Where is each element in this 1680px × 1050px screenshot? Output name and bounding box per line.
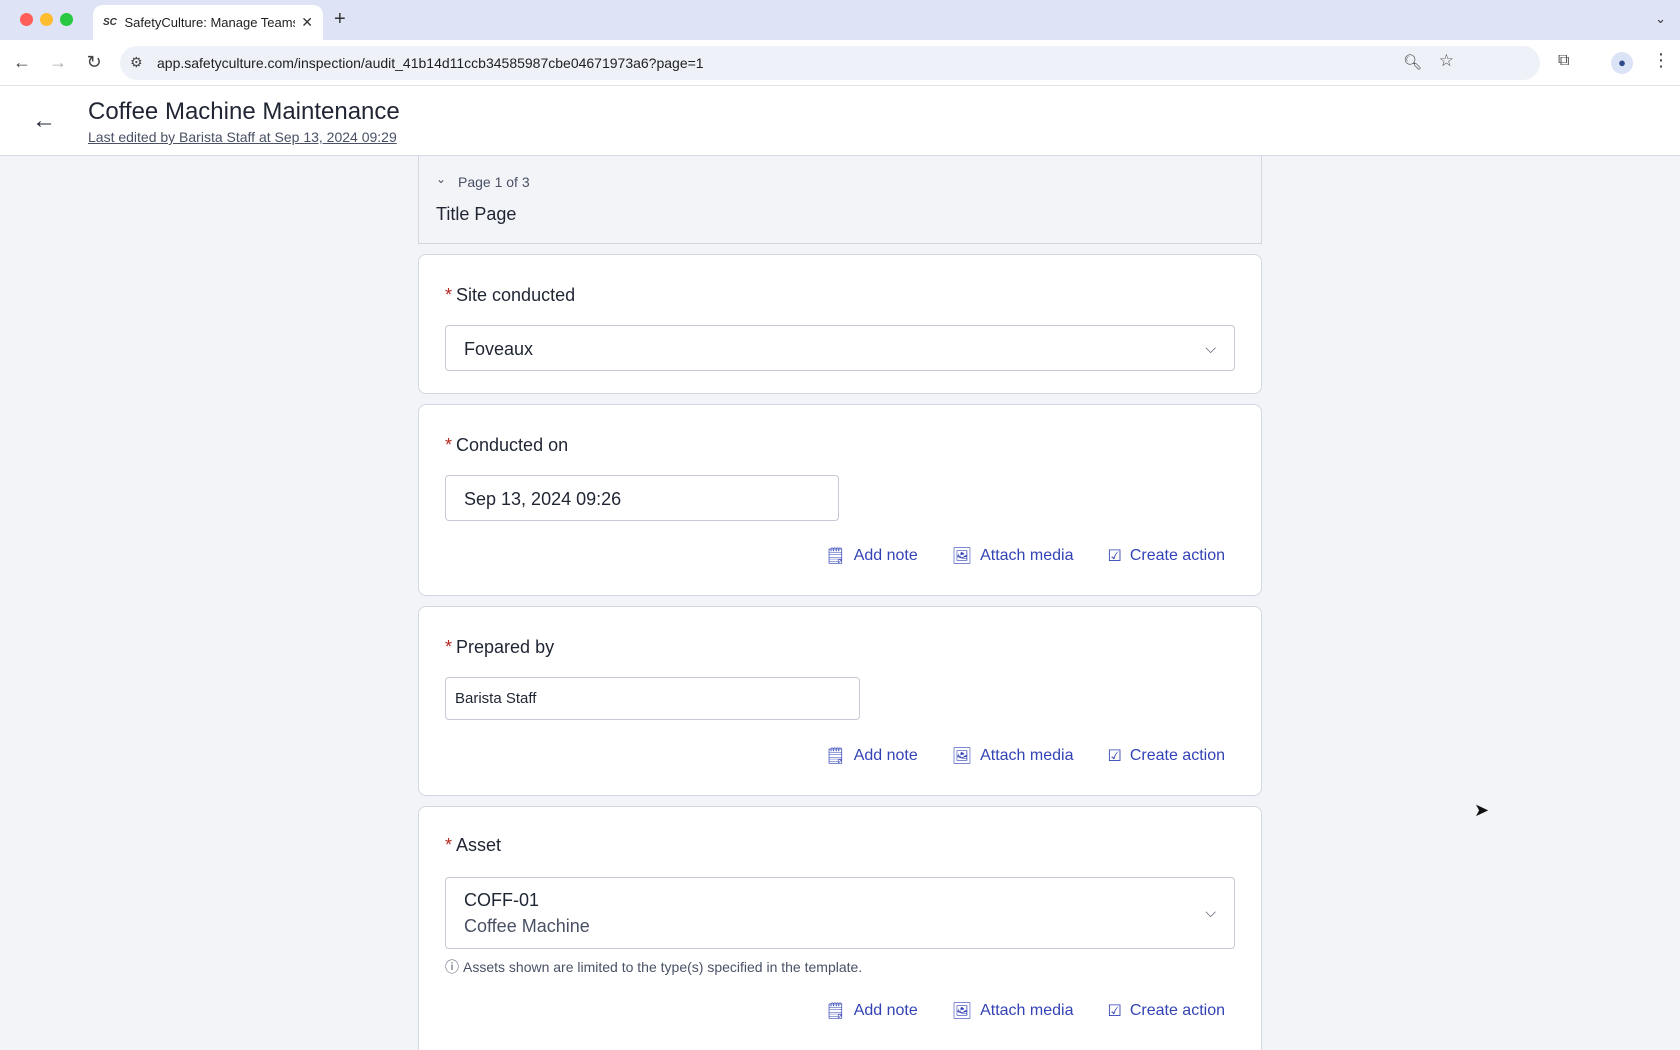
question-label-conducted-on: * Conducted on [445, 435, 569, 455]
site-select[interactable]: Foveaux ⌵ [445, 325, 1235, 371]
note-icon: 🗒︎ [825, 1003, 846, 1020]
chevron-down-icon[interactable]: ⌄ [436, 172, 446, 186]
site-settings-icon[interactable]: ⚙ [130, 54, 143, 71]
zoom-icon[interactable]: 🔍︎ [1403, 53, 1422, 71]
page-section-header[interactable]: ⌄ Page 1 of 3 Title Page [418, 156, 1262, 244]
create-action-button[interactable]: ☑ Create action [1107, 546, 1225, 566]
question-label-site: * Site conducted [445, 285, 576, 305]
back-icon[interactable]: ← [11, 52, 33, 73]
question-card-prepared-by: * Prepared by Barista Staff 🗒︎ Add note 🖼︎… [418, 606, 1262, 796]
mouse-cursor-icon: ➤ [1474, 800, 1490, 820]
address-bar[interactable]: ⚙ app.safetyculture.com/inspection/audit… [120, 46, 1540, 80]
close-window-button[interactable] [20, 13, 33, 26]
conducted-on-datetime-field[interactable]: Sep 13, 2024 09:26 [445, 475, 839, 521]
question-actions: 🗒︎ Add note 🖼︎ Attach media ☑ Create action [825, 1001, 1225, 1021]
question-label-prepared-by: * Prepared by [445, 637, 555, 657]
conducted-on-value: Sep 13, 2024 09:26 [464, 489, 622, 509]
profile-avatar-icon[interactable]: ● [1611, 52, 1633, 74]
image-icon: 🖼︎ [951, 748, 973, 765]
inspection-header: ← Coffee Machine Maintenance Last edited… [0, 86, 1680, 156]
asset-hint: ⓘ Assets shown are limited to the type(s)… [445, 959, 863, 975]
add-note-button[interactable]: 🗒︎ Add note [825, 1001, 917, 1021]
attach-media-button[interactable]: 🖼︎ Attach media [952, 1001, 1074, 1021]
asset-select[interactable]: COFF-01 Coffee Machine ⌵ [445, 877, 1235, 949]
browser-tab[interactable]: SC SafetyCulture: Manage Teams ✕ [93, 5, 323, 40]
question-actions: 🗒︎ Add note 🖼︎ Attach media ☑ Create action [825, 546, 1225, 566]
tab-title: SafetyCulture: Manage Teams [124, 15, 296, 30]
question-card-site: * Site conducted Foveaux ⌵ [418, 254, 1262, 394]
add-note-button[interactable]: 🗒︎ Add note [825, 746, 917, 766]
chevron-down-icon: ⌵ [1205, 904, 1216, 920]
tab-search-chevron-icon[interactable]: ⌄ [1655, 11, 1666, 27]
question-actions: 🗒︎ Add note 🖼︎ Attach media ☑ Create action [825, 746, 1225, 766]
prepared-by-value: Barista Staff [455, 690, 537, 707]
info-icon: ⓘ [445, 959, 459, 975]
attach-media-button[interactable]: 🖼︎ Attach media [952, 546, 1074, 566]
attach-media-button[interactable]: 🖼︎ Attach media [952, 746, 1074, 766]
site-value: Foveaux [464, 339, 534, 359]
add-note-button[interactable]: 🗒︎ Add note [825, 546, 917, 566]
new-tab-icon[interactable]: + [334, 8, 346, 31]
minimize-window-button[interactable] [40, 13, 53, 26]
page-number: Page 1 of 3 [458, 174, 530, 190]
image-icon: 🖼︎ [951, 1003, 973, 1020]
action-icon: ☑ [1107, 748, 1122, 765]
note-icon: 🗒︎ [825, 748, 846, 765]
browser-toolbar: ← → ↻ ⚙ app.safetyculture.com/inspection… [0, 40, 1680, 86]
asset-name: Coffee Machine [464, 916, 590, 936]
create-action-button[interactable]: ☑ Create action [1107, 746, 1225, 766]
safetyculture-favicon-icon: SC [103, 17, 117, 28]
browser-menu-icon[interactable]: ⋮ [1652, 50, 1670, 71]
asset-code: COFF-01 [464, 890, 540, 910]
question-label-asset: * Asset [445, 835, 502, 855]
tab-close-icon[interactable]: ✕ [301, 14, 313, 31]
required-marker: * [445, 285, 453, 305]
forward-icon[interactable]: → [47, 52, 69, 73]
action-icon: ☑ [1107, 548, 1122, 565]
browser-tab-bar: SC SafetyCulture: Manage Teams ✕ + ⌄ [0, 0, 1680, 40]
image-icon: 🖼︎ [951, 548, 973, 565]
url-text[interactable]: app.safetyculture.com/inspection/audit_4… [157, 55, 704, 71]
question-card-conducted-on: * Conducted on Sep 13, 2024 09:26 🗒︎ Add n… [418, 404, 1262, 596]
extensions-icon[interactable]: ⧉ [1558, 52, 1569, 70]
page-section-title: Title Page [436, 204, 517, 224]
chevron-down-icon: ⌵ [1205, 340, 1216, 356]
bookmark-star-icon[interactable]: ☆ [1439, 51, 1454, 71]
question-card-asset: * Asset COFF-01 Coffee Machine ⌵ ⓘ Assets … [418, 806, 1262, 1050]
required-marker: * [445, 435, 453, 455]
maximize-window-button[interactable] [60, 13, 73, 26]
action-icon: ☑ [1107, 1003, 1122, 1020]
prepared-by-input[interactable]: Barista Staff [445, 677, 860, 720]
note-icon: 🗒︎ [825, 548, 846, 565]
reload-icon[interactable]: ↻ [83, 52, 105, 73]
last-edited-link[interactable]: Last edited by Barista Staff at Sep 13, … [88, 129, 397, 145]
required-marker: * [445, 835, 453, 855]
create-action-button[interactable]: ☑ Create action [1107, 1001, 1225, 1021]
back-arrow-icon[interactable]: ← [32, 107, 56, 135]
required-marker: * [445, 637, 453, 657]
page-title: Coffee Machine Maintenance [88, 98, 400, 125]
